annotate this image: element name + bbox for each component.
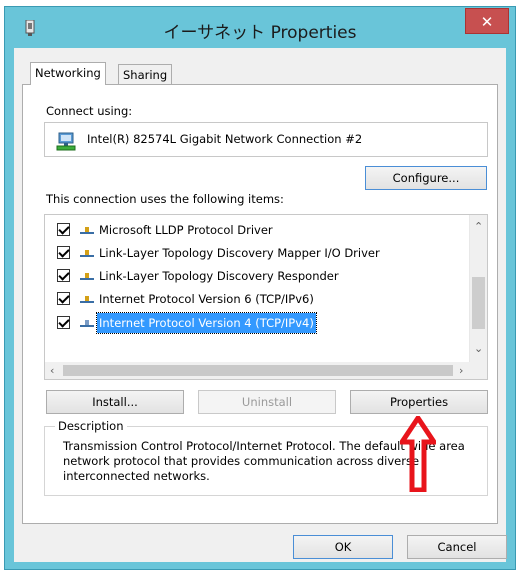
properties-button[interactable]: Properties: [350, 390, 488, 414]
scroll-down-icon[interactable]: ⌄: [474, 343, 483, 355]
install-button[interactable]: Install...: [46, 390, 184, 414]
items-list[interactable]: Microsoft LLDP Protocol Driver Link-Laye…: [44, 214, 488, 380]
protocol-icon: [80, 320, 94, 327]
scroll-right-icon[interactable]: ›: [459, 365, 463, 377]
connect-using-label: Connect using:: [46, 104, 133, 118]
protocol-icon: [80, 296, 94, 303]
protocol-icon: [80, 273, 94, 280]
window-title: イーサネット Properties: [163, 23, 357, 43]
protocol-icon: [80, 227, 94, 234]
adapter-name: Intel(R) 82574L Gigabit Network Connecti…: [87, 132, 363, 146]
adapter-field: Intel(R) 82574L Gigabit Network Connecti…: [44, 122, 488, 157]
item-checkbox[interactable]: [57, 269, 70, 282]
title-bar[interactable]: イーサネット Properties ✕: [5, 7, 515, 47]
scroll-left-icon[interactable]: ‹: [50, 365, 54, 377]
protocol-icon: [80, 250, 94, 257]
vertical-scrollbar[interactable]: ⌃ ⌄: [469, 215, 487, 364]
tab-sharing[interactable]: Sharing: [118, 64, 173, 85]
item-checkbox[interactable]: [57, 246, 70, 259]
tab-networking[interactable]: Networking: [30, 62, 106, 85]
item-checkbox[interactable]: [57, 292, 70, 305]
network-card-icon: [56, 132, 76, 151]
description-title: Description: [55, 419, 127, 433]
item-label: Internet Protocol Version 4 (TCP/IPv4): [96, 312, 317, 334]
close-button[interactable]: ✕: [465, 8, 509, 34]
vertical-scroll-thumb[interactable]: [472, 277, 485, 329]
item-label: Internet Protocol Version 6 (TCP/IPv6): [99, 292, 314, 306]
cancel-button[interactable]: Cancel: [407, 535, 507, 559]
item-label: Link-Layer Topology Discovery Responder: [99, 269, 339, 283]
item-label: Microsoft LLDP Protocol Driver: [99, 223, 273, 237]
item-checkbox[interactable]: [57, 223, 70, 236]
ok-button[interactable]: OK: [293, 535, 393, 559]
horizontal-scroll-thumb[interactable]: [63, 365, 453, 376]
items-label: This connection uses the following items…: [46, 192, 284, 206]
red-arrow-annotation: [400, 416, 436, 492]
uninstall-button[interactable]: Uninstall: [198, 390, 336, 414]
item-label: Link-Layer Topology Discovery Mapper I/O…: [99, 246, 380, 260]
horizontal-scrollbar[interactable]: ‹ ›: [45, 362, 472, 379]
scroll-up-icon[interactable]: ⌃: [474, 221, 483, 233]
scrollbar-corner: [470, 362, 487, 379]
item-checkbox[interactable]: [57, 316, 70, 329]
configure-button[interactable]: Configure...: [365, 166, 487, 190]
